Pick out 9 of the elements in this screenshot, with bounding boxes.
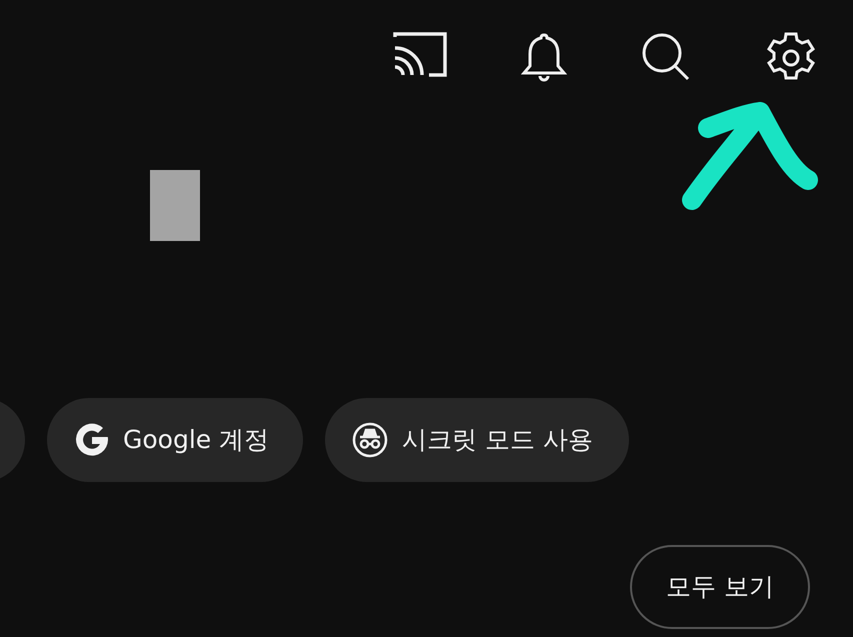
google-g-icon: [75, 423, 109, 457]
incognito-icon: [352, 422, 388, 458]
cast-icon[interactable]: [393, 32, 447, 78]
search-icon[interactable]: [641, 32, 691, 82]
image-placeholder: [150, 170, 200, 241]
notification-bell-icon[interactable]: [521, 32, 567, 82]
incognito-mode-button[interactable]: 시크릿 모드 사용: [325, 398, 630, 482]
google-account-button[interactable]: Google 계정: [47, 398, 304, 482]
view-all-button[interactable]: 모두 보기: [630, 545, 810, 629]
